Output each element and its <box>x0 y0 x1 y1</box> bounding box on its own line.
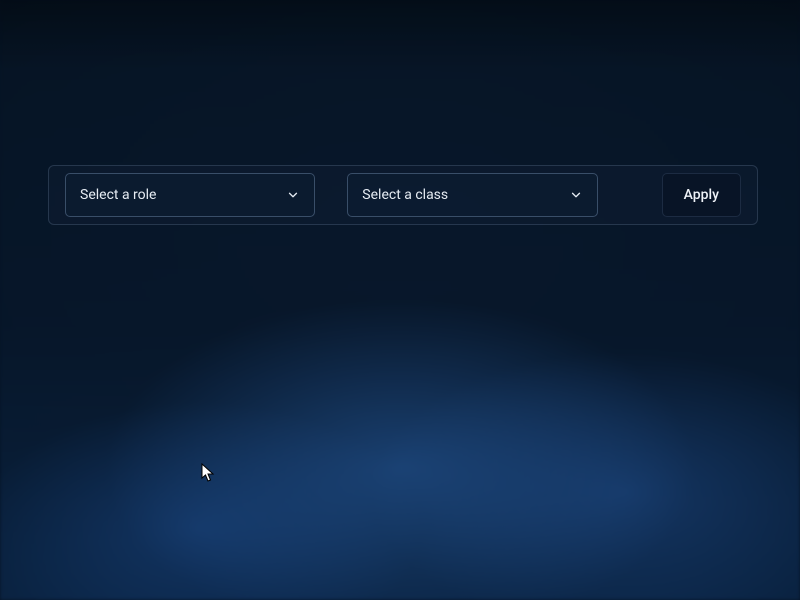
apply-button-label: Apply <box>684 187 719 203</box>
background <box>0 0 800 600</box>
filter-bar: Select a role Select a class Apply <box>48 165 758 225</box>
class-select-placeholder: Select a class <box>362 187 448 203</box>
apply-button[interactable]: Apply <box>662 173 741 217</box>
top-shadow <box>0 0 800 70</box>
role-select[interactable]: Select a role <box>65 173 315 217</box>
role-select-placeholder: Select a role <box>80 187 156 203</box>
class-select[interactable]: Select a class <box>347 173 597 217</box>
chevron-down-icon <box>569 188 583 202</box>
chevron-down-icon <box>286 188 300 202</box>
